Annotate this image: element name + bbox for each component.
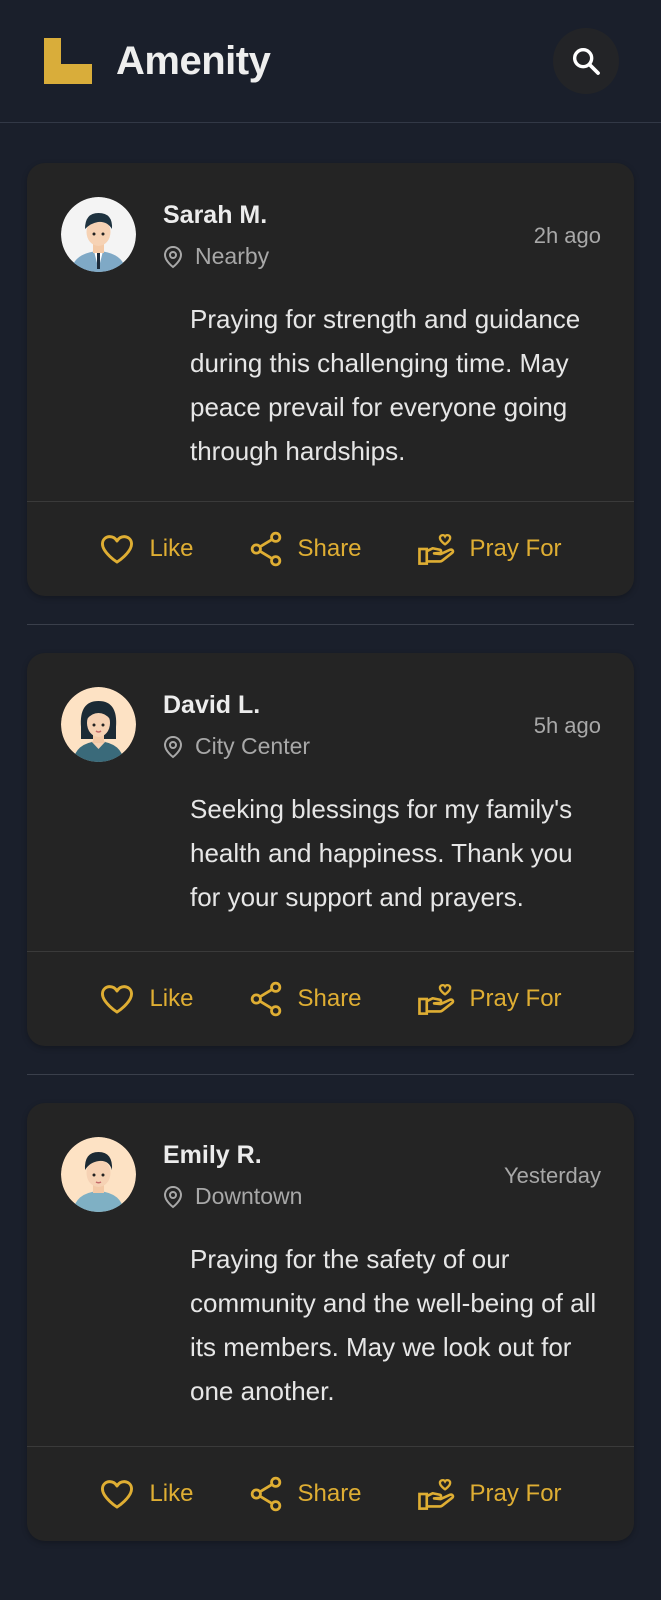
heart-icon bbox=[101, 1480, 134, 1509]
location-label: Nearby bbox=[195, 243, 270, 269]
hand-heart-icon bbox=[417, 533, 454, 565]
app-header: Amenity bbox=[0, 0, 661, 123]
hand-heart-icon bbox=[417, 1478, 454, 1510]
search-icon bbox=[572, 47, 600, 75]
share-icon bbox=[251, 981, 282, 1017]
pray-for-label: Pray For bbox=[469, 1480, 562, 1507]
post-timestamp: 5h ago bbox=[533, 713, 601, 738]
prayer-feed: Sarah M. Nearby 2h ago Praying for stren… bbox=[27, 163, 634, 1541]
author-name[interactable]: Emily R. bbox=[163, 1141, 262, 1170]
like-label: Like bbox=[149, 1480, 194, 1507]
share-label: Share bbox=[297, 1480, 362, 1507]
post-header: Sarah M. Nearby 2h ago Praying for stren… bbox=[27, 163, 634, 501]
avatar[interactable] bbox=[61, 197, 136, 272]
location-pin-icon bbox=[163, 245, 183, 268]
post-actions: Like Share Pray For bbox=[27, 951, 634, 1046]
location-label: City Center bbox=[195, 733, 311, 759]
author-location: Nearby bbox=[163, 243, 269, 270]
location-pin-icon bbox=[163, 735, 183, 758]
author-location: Downtown bbox=[163, 1183, 302, 1210]
pray-for-button[interactable]: Pray For bbox=[417, 981, 562, 1017]
heart-icon bbox=[101, 985, 134, 1014]
post-header: Emily R. Downtown Yesterday Praying for … bbox=[27, 1103, 634, 1446]
app-title: Amenity bbox=[116, 39, 271, 83]
post-header: David L. City Center 5h ago Seeking bles… bbox=[27, 653, 634, 951]
author-name[interactable]: Sarah M. bbox=[163, 201, 267, 230]
hand-heart-icon bbox=[417, 983, 454, 1015]
share-label: Share bbox=[297, 535, 362, 562]
post-actions: Like Share Pray For bbox=[27, 1446, 634, 1541]
post-divider bbox=[27, 1074, 634, 1075]
like-label: Like bbox=[149, 535, 194, 562]
post-card: Emily R. Downtown Yesterday Praying for … bbox=[27, 1103, 634, 1541]
avatar[interactable] bbox=[61, 1137, 136, 1212]
pray-for-button[interactable]: Pray For bbox=[417, 1476, 562, 1512]
post-divider bbox=[27, 624, 634, 625]
heart-icon bbox=[101, 535, 134, 564]
share-icon bbox=[251, 531, 282, 567]
post-timestamp: 2h ago bbox=[533, 223, 601, 248]
amenity-logo-icon bbox=[44, 38, 92, 84]
share-label: Share bbox=[297, 985, 362, 1012]
post-actions: Like Share Pray For bbox=[27, 501, 634, 596]
search-button[interactable] bbox=[553, 28, 619, 94]
share-button[interactable]: Share bbox=[249, 981, 362, 1017]
author-location: City Center bbox=[163, 733, 310, 760]
share-button[interactable]: Share bbox=[249, 1476, 362, 1512]
post-card: David L. City Center 5h ago Seeking bles… bbox=[27, 653, 634, 1046]
share-button[interactable]: Share bbox=[249, 531, 362, 567]
location-pin-icon bbox=[163, 1185, 183, 1208]
like-button[interactable]: Like bbox=[99, 533, 193, 565]
like-label: Like bbox=[149, 985, 194, 1012]
pray-for-label: Pray For bbox=[469, 985, 562, 1012]
post-card: Sarah M. Nearby 2h ago Praying for stren… bbox=[27, 163, 634, 596]
like-button[interactable]: Like bbox=[99, 1478, 193, 1510]
avatar[interactable] bbox=[61, 687, 136, 762]
pray-for-label: Pray For bbox=[469, 535, 562, 562]
author-name[interactable]: David L. bbox=[163, 691, 260, 720]
share-icon bbox=[251, 1476, 282, 1512]
pray-for-button[interactable]: Pray For bbox=[417, 531, 562, 567]
location-label: Downtown bbox=[195, 1183, 303, 1209]
like-button[interactable]: Like bbox=[99, 983, 193, 1015]
post-timestamp: Yesterday bbox=[503, 1163, 601, 1188]
